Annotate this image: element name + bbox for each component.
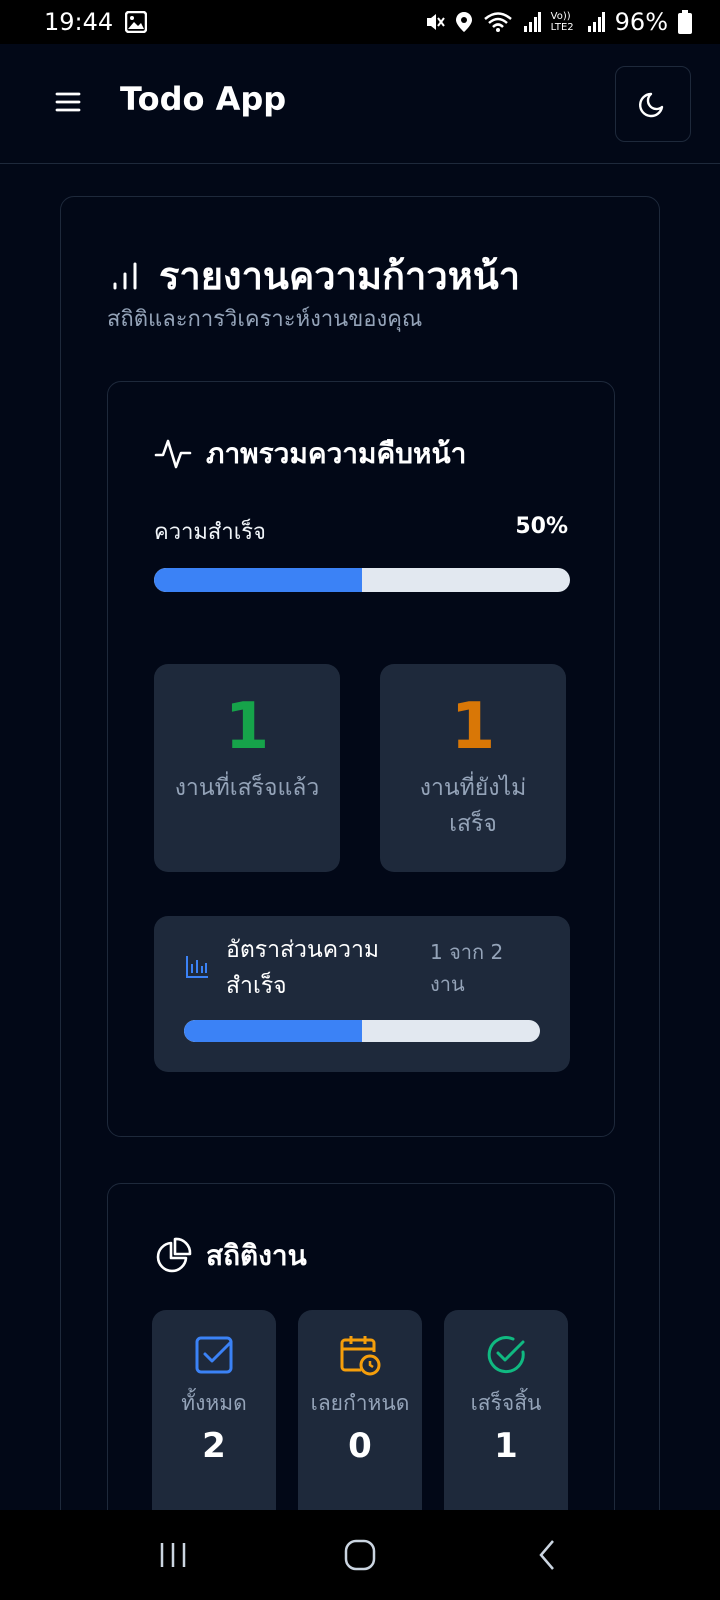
image-icon [125,11,148,33]
success-progress-bar [154,568,570,592]
menu-button[interactable] [50,84,86,120]
success-label: ความสำเร็จ [154,520,266,545]
recents-icon [161,1543,186,1567]
overview-title: ภาพรวมความคืบหน้า [206,437,467,470]
theme-toggle-button[interactable] [615,66,691,142]
check-circle-icon [487,1336,525,1374]
report-card: รายงานความก้าวหน้า สถิติและการวิเคราะห์ง… [60,196,660,1600]
calendar-clock-icon [340,1336,381,1376]
completed-label: งานที่เสร็จแล้ว [174,775,320,801]
bar-signal-icon [113,262,137,289]
status-time: 19:44 [44,8,114,36]
report-title: รายงานความก้าวหน้า [159,254,521,298]
pending-count: 1 [450,690,496,764]
system-nav-bar [0,1510,720,1600]
battery-percent: 96% [614,8,668,36]
back-button[interactable] [517,1525,577,1585]
total-value: 2 [202,1426,226,1466]
mute-icon [425,11,445,33]
ratio-progress-fill [184,1020,362,1042]
app-header: Todo App [0,44,720,164]
success-value: 50% [515,514,568,539]
checkbox-icon [195,1336,233,1374]
signal-icon [523,12,541,32]
success-progress-fill [154,568,362,592]
stats-header: สถิติงาน [154,1234,307,1278]
pending-label: งานที่ยังไม่เสร็จ [419,775,527,837]
done-label: เสร็จสิ้น [470,1391,542,1415]
total-label: ทั้งหมด [181,1391,247,1415]
report-subtitle: สถิติและการวิเคราะห์งานของคุณ [107,307,423,332]
ratio-title: อัตราส่วนความสำเร็จ [226,937,380,999]
wifi-icon [483,11,513,33]
overdue-value: 0 [348,1426,372,1466]
home-icon [344,1539,376,1571]
done-value: 1 [494,1426,518,1466]
overview-card: ภาพรวมความคืบหน้า ความสำเร็จ 50% 1 งานที… [107,381,615,1137]
hamburger-icon [55,92,81,112]
stats-title: สถิติงาน [206,1239,307,1272]
completed-count: 1 [224,690,270,764]
status-bar: 19:44 Vo)) LTE2 96% [0,0,720,44]
pie-chart-icon [156,1237,192,1273]
ratio-box: อัตราส่วนความสำเร็จ 1 จาก 2 งาน [154,916,570,1072]
lte-label: Vo)) LTE2 [550,11,574,33]
overview-header: ภาพรวมความคืบหน้า [154,432,466,476]
recents-button[interactable] [143,1525,203,1585]
overdue-label: เลยกำหนด [310,1391,410,1415]
report-header: รายงานความก้าวหน้า [107,245,520,306]
moon-icon [639,92,664,118]
ratio-count: 1 จาก 2 งาน [430,940,504,996]
ratio-progress-bar [184,1020,540,1042]
signal-icon-2 [587,12,605,32]
app-title: Todo App [120,80,287,118]
completed-stat: 1 งานที่เสร็จแล้ว [154,664,340,872]
battery-icon [678,10,692,34]
home-button[interactable] [330,1525,390,1585]
pending-stat: 1 งานที่ยังไม่เสร็จ [380,664,566,872]
location-icon [455,11,473,33]
activity-icon [154,439,192,469]
back-icon [538,1540,554,1570]
bar-chart-icon [186,956,208,978]
